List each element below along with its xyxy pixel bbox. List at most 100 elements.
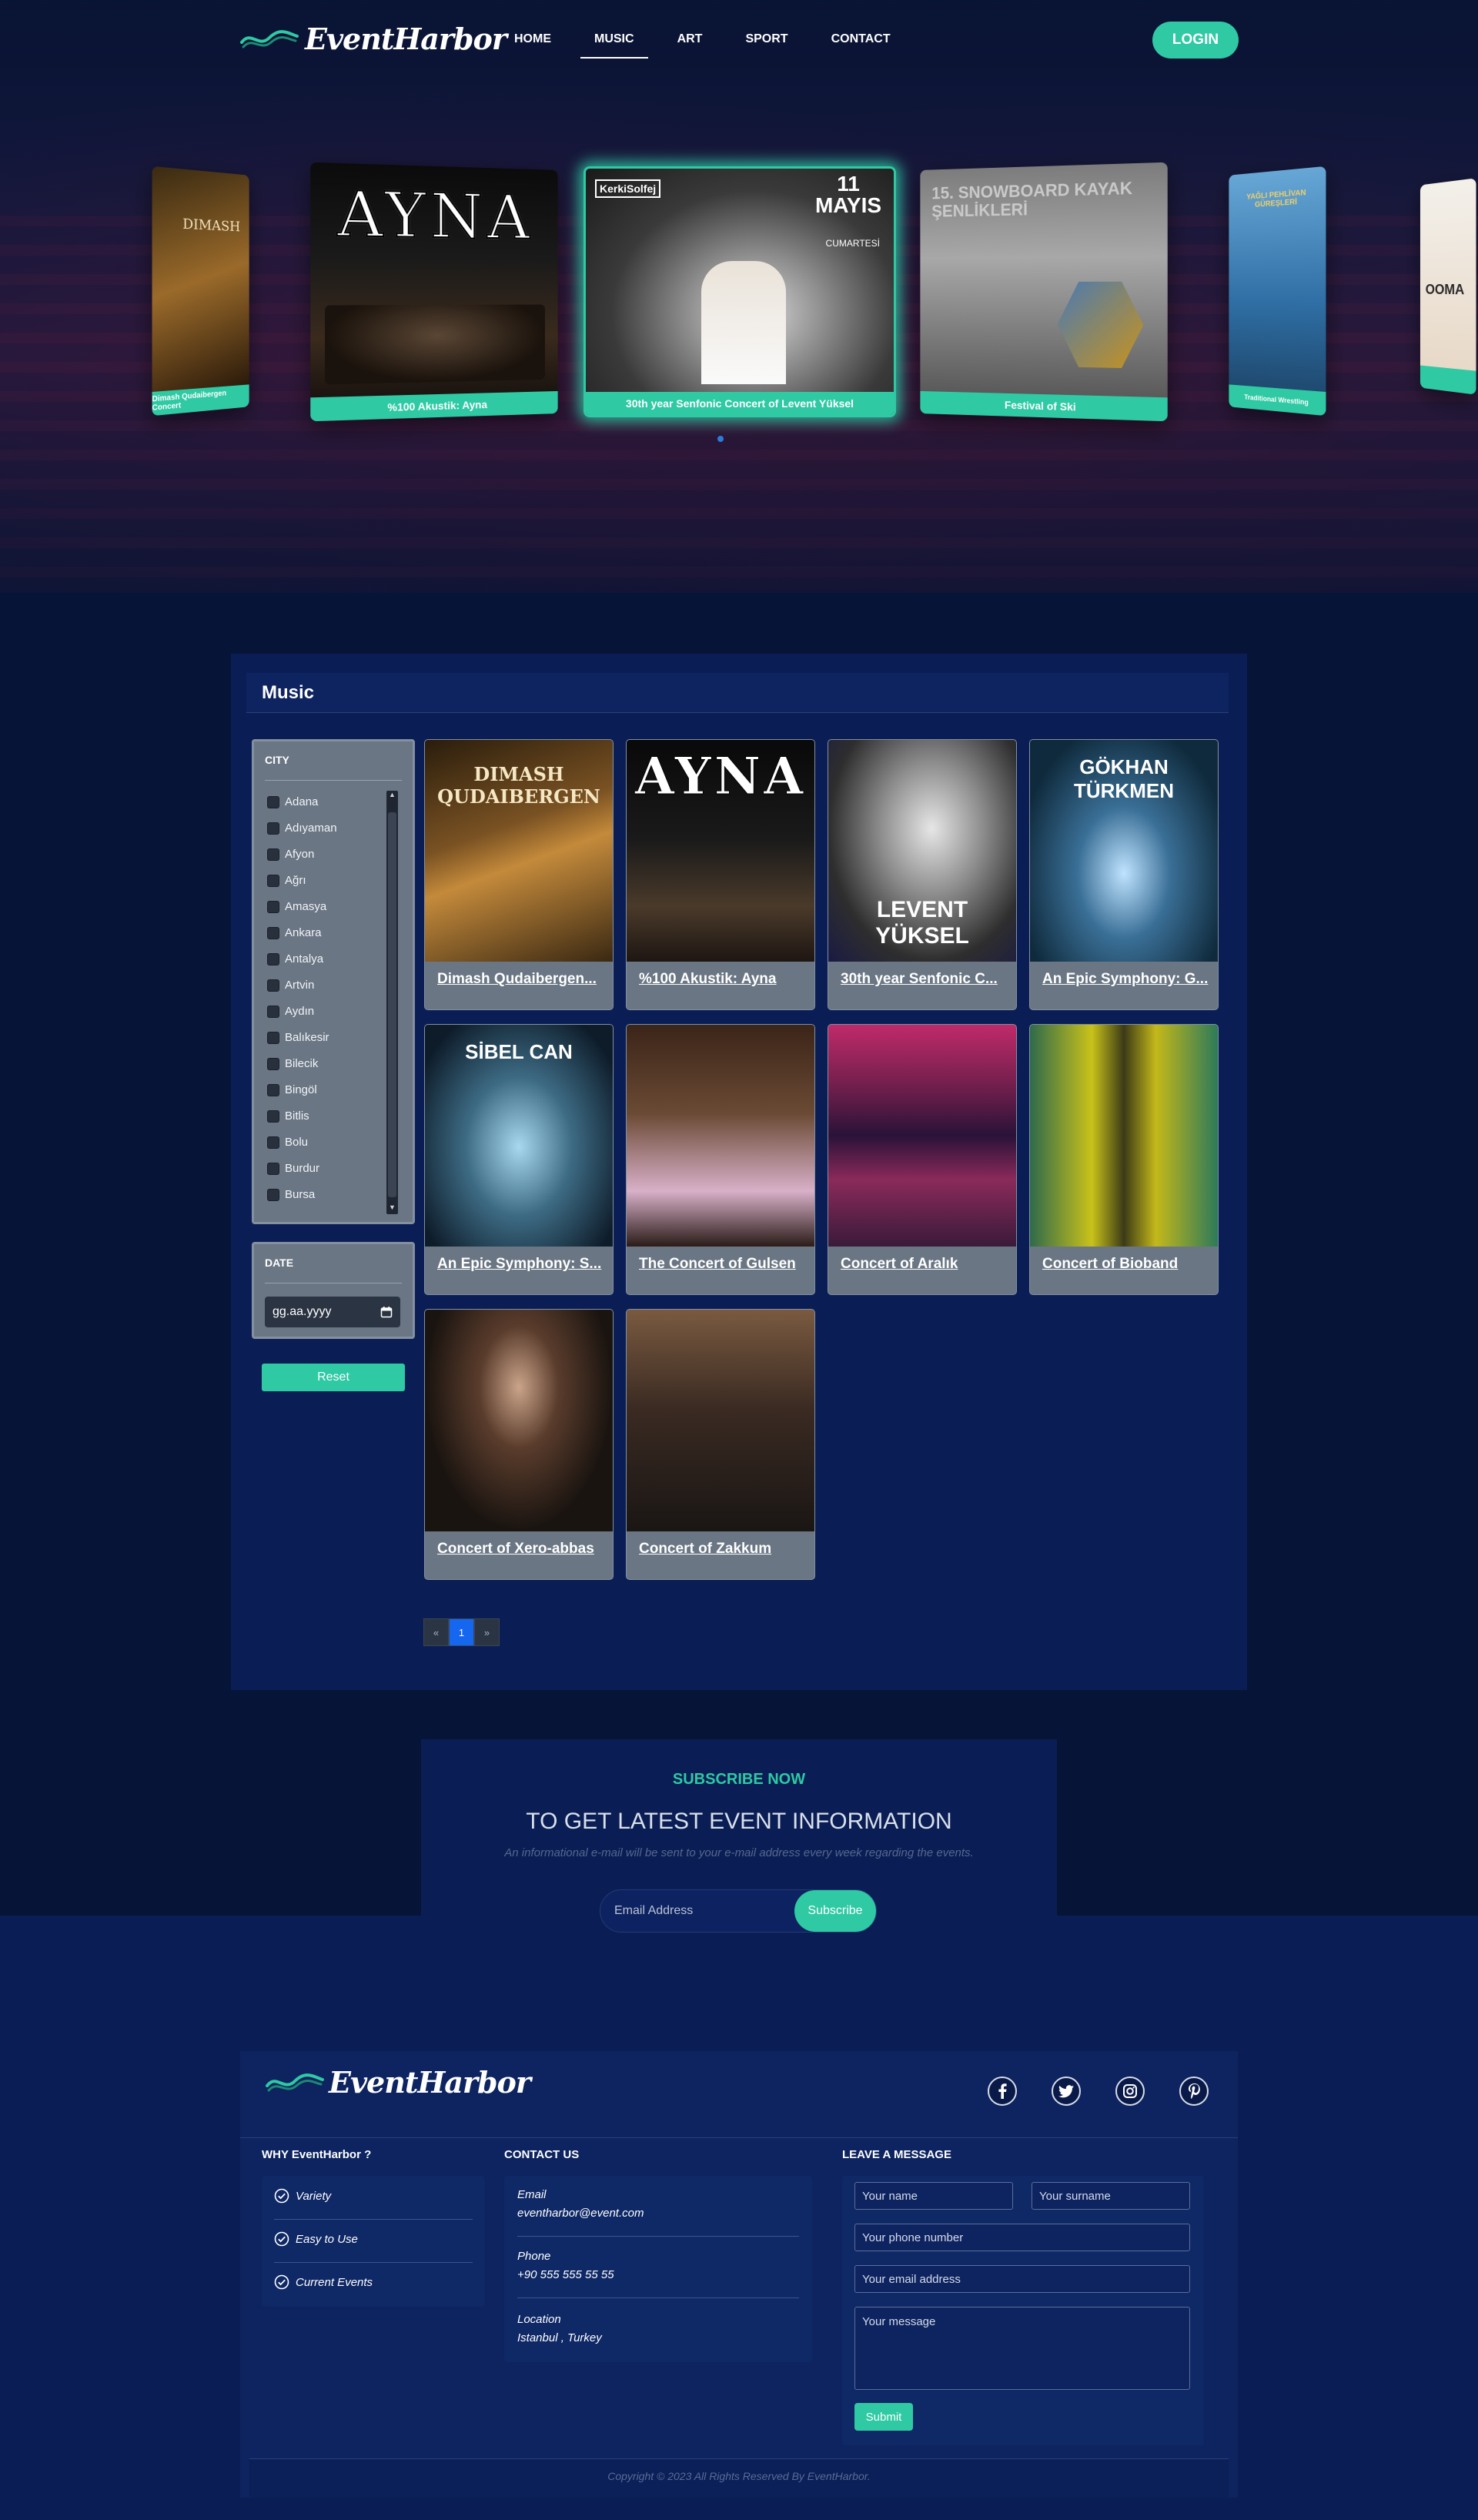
city-option[interactable]: Aydın (267, 1005, 314, 1018)
event-poster[interactable] (828, 1025, 1016, 1247)
city-option[interactable]: Amasya (267, 900, 326, 913)
city-checkbox[interactable] (267, 952, 279, 965)
event-poster[interactable]: LEVENT YÜKSEL (828, 740, 1016, 962)
city-option[interactable]: Bolu (267, 1136, 308, 1149)
city-checkbox[interactable] (267, 874, 279, 887)
city-option[interactable]: Burdur (267, 1162, 319, 1175)
city-option[interactable]: Afyon (267, 848, 314, 861)
event-poster[interactable] (1030, 1025, 1218, 1247)
city-checkbox[interactable] (267, 979, 279, 992)
event-poster[interactable]: AYNA (627, 740, 814, 962)
nav-home[interactable]: HOME (500, 29, 565, 59)
scroll-down-icon[interactable]: ▼ (386, 1203, 398, 1214)
carousel-slide[interactable]: DIMASH Dimash Qudaibergen Concert (152, 166, 249, 417)
city-checkbox[interactable] (267, 848, 279, 861)
event-title-link[interactable]: An Epic Symphony: G... (1042, 971, 1210, 988)
event-title-link[interactable]: 30th year Senfonic C... (841, 971, 1008, 988)
event-card[interactable]: Concert of Aralık (828, 1024, 1017, 1295)
event-card[interactable]: Concert of Zakkum (626, 1309, 815, 1580)
event-poster[interactable] (627, 1310, 814, 1531)
phone-field[interactable]: Your phone number (854, 2224, 1190, 2251)
city-checkbox[interactable] (267, 1188, 279, 1201)
city-option[interactable]: Antalya (267, 952, 323, 965)
contact-phone[interactable]: +90 555 555 55 55 (517, 2268, 614, 2281)
event-card[interactable]: Concert of Xero-abbas (424, 1309, 614, 1580)
email-field[interactable]: Your email address (854, 2265, 1190, 2293)
city-checkbox[interactable] (267, 1057, 279, 1070)
pinterest-icon[interactable] (1179, 2077, 1209, 2106)
carousel-slide[interactable]: 15. SNOWBOARD KAYAK ŞENLİKLERİ Festival … (920, 162, 1168, 422)
footer-logo[interactable]: EventHarbor (266, 2065, 531, 2100)
date-input[interactable]: gg.aa.yyyy (265, 1297, 400, 1327)
nav-art[interactable]: ART (664, 29, 717, 59)
city-option[interactable]: Bursa (267, 1188, 315, 1201)
subscribe-button[interactable]: Subscribe (794, 1890, 876, 1932)
nav-sport[interactable]: SPORT (731, 29, 801, 59)
event-title-link[interactable]: Concert of Bioband (1042, 1256, 1210, 1273)
city-option[interactable]: Balıkesir (267, 1031, 329, 1044)
city-checkbox[interactable] (267, 1005, 279, 1018)
city-checkbox[interactable] (267, 1109, 279, 1123)
city-option[interactable]: Bilecik (267, 1057, 318, 1070)
instagram-icon[interactable] (1115, 2077, 1145, 2106)
subscribe-email-input[interactable]: Email Address (614, 1904, 693, 1918)
login-button[interactable]: LOGIN (1152, 22, 1239, 59)
reset-filters-button[interactable]: Reset (262, 1364, 405, 1391)
event-title-link[interactable]: %100 Akustik: Ayna (639, 971, 807, 988)
city-option[interactable]: Bingöl (267, 1083, 317, 1096)
calendar-icon[interactable] (380, 1306, 393, 1318)
city-checkbox[interactable] (267, 900, 279, 913)
event-card[interactable]: LEVENT YÜKSEL 30th year Senfonic C... (828, 739, 1017, 1010)
event-title-link[interactable]: The Concert of Gulsen (639, 1256, 807, 1273)
event-card[interactable]: Concert of Bioband (1029, 1024, 1219, 1295)
event-title-link[interactable]: Concert of Zakkum (639, 1541, 807, 1558)
city-option[interactable]: Ağrı (267, 874, 306, 887)
nav-music[interactable]: MUSIC (580, 29, 648, 59)
nav-contact[interactable]: CONTACT (818, 29, 905, 59)
event-poster[interactable] (425, 1310, 613, 1531)
city-checkbox[interactable] (267, 822, 279, 835)
name-field[interactable]: Your name (854, 2182, 1013, 2210)
submit-button[interactable]: Submit (854, 2403, 913, 2431)
carousel-slide-active[interactable]: KerkiSolfej 11 MAYIS CUMARTESİ 30th year… (584, 166, 896, 417)
city-option[interactable]: Ankara (267, 926, 322, 939)
city-checkbox[interactable] (267, 1083, 279, 1096)
city-checkbox[interactable] (267, 926, 279, 939)
event-card[interactable]: GÖKHAN TÜRKMEN An Epic Symphony: G... (1029, 739, 1219, 1010)
event-title-link[interactable]: Dimash Qudaibergen... (437, 971, 605, 988)
event-card[interactable]: The Concert of Gulsen (626, 1024, 815, 1295)
twitter-icon[interactable] (1052, 2077, 1081, 2106)
message-field[interactable]: Your message (854, 2307, 1190, 2390)
event-poster[interactable]: SİBEL CAN (425, 1025, 613, 1247)
event-card[interactable]: AYNA %100 Akustik: Ayna (626, 739, 815, 1010)
city-checkbox[interactable] (267, 1031, 279, 1044)
event-poster[interactable]: GÖKHAN TÜRKMEN (1030, 740, 1218, 962)
brand-logo[interactable]: EventHarbor (240, 22, 507, 56)
surname-field[interactable]: Your surname (1032, 2182, 1190, 2210)
scroll-up-icon[interactable]: ▲ (386, 791, 398, 802)
pagination-page-1[interactable]: 1 (449, 1618, 474, 1646)
city-option[interactable]: Bitlis (267, 1109, 309, 1123)
event-card[interactable]: DIMASH QUDAIBERGEN Dimash Qudaibergen... (424, 739, 614, 1010)
carousel-slide[interactable]: OOMA (1419, 178, 1476, 395)
facebook-icon[interactable] (988, 2077, 1017, 2106)
city-scrollbar[interactable]: ▲ ▼ (386, 791, 398, 1214)
pagination-prev[interactable]: « (423, 1618, 449, 1646)
event-poster[interactable]: DIMASH QUDAIBERGEN (425, 740, 613, 962)
event-card[interactable]: SİBEL CAN An Epic Symphony: S... (424, 1024, 614, 1295)
event-poster[interactable] (627, 1025, 814, 1247)
scroll-thumb[interactable] (388, 812, 396, 1197)
event-title-link[interactable]: An Epic Symphony: S... (437, 1256, 605, 1273)
event-title-link[interactable]: Concert of Aralık (841, 1256, 1008, 1273)
carousel-slide[interactable]: YAĞLI PEHLİVAN GÜREŞLERİ Traditional Wre… (1229, 166, 1326, 417)
contact-email[interactable]: eventharbor@event.com (517, 2207, 644, 2220)
city-option[interactable]: Adıyaman (267, 822, 337, 835)
carousel-slide[interactable]: AYNA %100 Akustik: Ayna (310, 162, 558, 422)
city-option[interactable]: Adana (267, 795, 318, 808)
city-checkbox[interactable] (267, 1162, 279, 1175)
carousel-indicator[interactable] (717, 436, 724, 442)
city-checkbox[interactable] (267, 1136, 279, 1149)
city-checkbox[interactable] (267, 795, 279, 808)
pagination-next[interactable]: » (474, 1618, 500, 1646)
city-option[interactable]: Artvin (267, 979, 314, 992)
